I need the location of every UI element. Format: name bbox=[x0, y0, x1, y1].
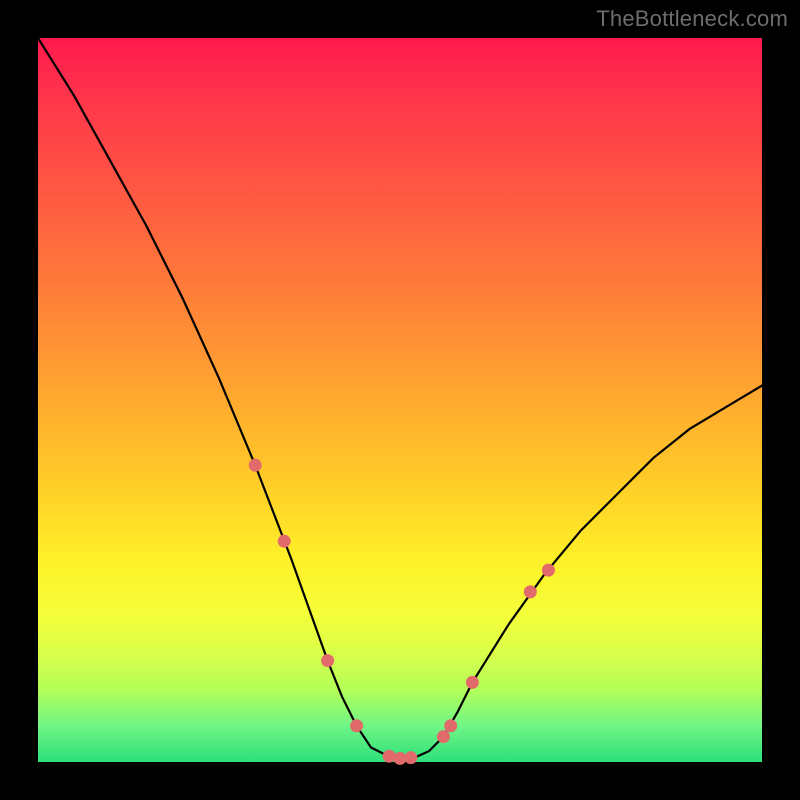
marker-dot bbox=[542, 564, 555, 577]
watermark-label: TheBottleneck.com bbox=[596, 6, 788, 32]
marker-dot bbox=[444, 719, 457, 732]
marker-dot bbox=[350, 719, 363, 732]
marker-dot bbox=[321, 654, 334, 667]
marker-dot bbox=[249, 459, 262, 472]
bottleneck-curve bbox=[38, 38, 762, 758]
chart-frame: TheBottleneck.com bbox=[0, 0, 800, 800]
marker-dot bbox=[524, 585, 537, 598]
curve-markers bbox=[249, 459, 555, 765]
marker-dot bbox=[404, 751, 417, 764]
marker-dot bbox=[383, 750, 396, 763]
marker-dot bbox=[466, 676, 479, 689]
marker-dot bbox=[278, 535, 291, 548]
curve-svg bbox=[38, 38, 762, 762]
marker-dot bbox=[437, 730, 450, 743]
plot-area bbox=[38, 38, 762, 762]
